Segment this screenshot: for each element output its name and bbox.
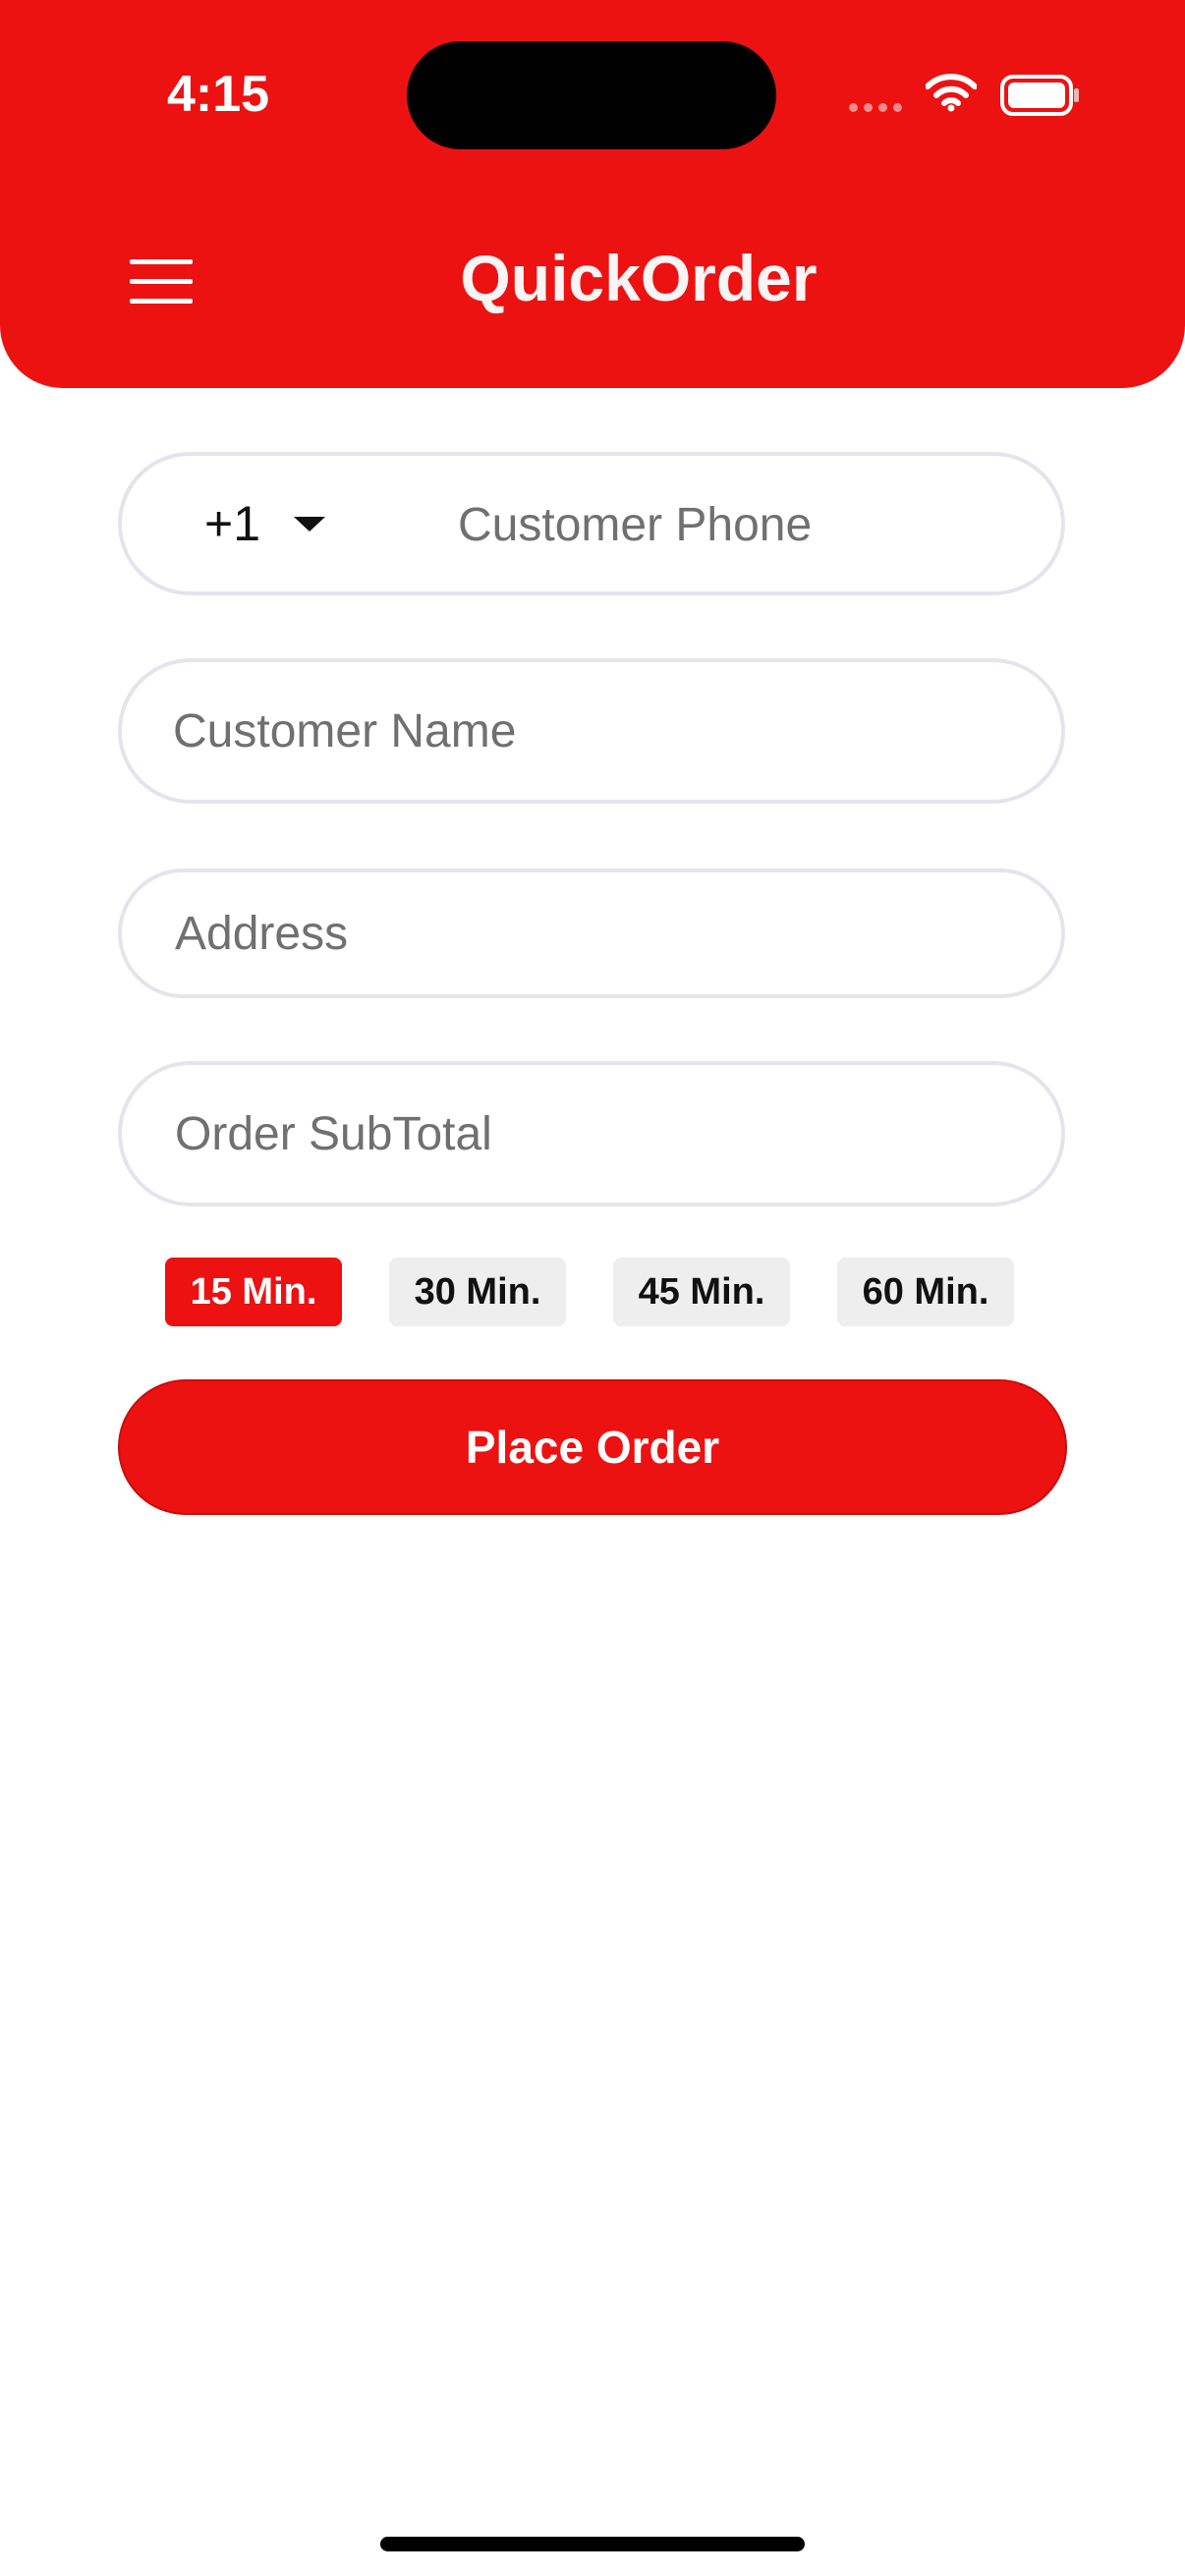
cellular-signal-icon bbox=[849, 103, 902, 112]
battery-icon bbox=[1000, 75, 1079, 116]
place-order-button[interactable]: Place Order bbox=[118, 1379, 1067, 1515]
customer-phone-input[interactable] bbox=[456, 456, 1185, 593]
app-header: 4:15 QuickOrder bbox=[0, 0, 1185, 388]
time-option-60[interactable]: 60 Min. bbox=[837, 1258, 1014, 1326]
customer-name-field bbox=[118, 658, 1065, 804]
customer-name-input[interactable] bbox=[171, 702, 1061, 759]
order-subtotal-input[interactable] bbox=[173, 1105, 1061, 1162]
app-title: QuickOrder bbox=[460, 242, 818, 314]
address-field bbox=[118, 868, 1065, 998]
order-subtotal-field bbox=[118, 1061, 1065, 1206]
address-input[interactable] bbox=[173, 905, 1061, 962]
time-option-30[interactable]: 30 Min. bbox=[389, 1258, 566, 1326]
customer-phone-field: +1 bbox=[118, 452, 1185, 595]
country-code-label: +1 bbox=[204, 496, 261, 551]
chevron-down-icon bbox=[294, 516, 326, 532]
home-indicator[interactable] bbox=[380, 2537, 805, 2551]
status-time: 4:15 bbox=[167, 66, 270, 123]
wifi-icon bbox=[926, 74, 977, 112]
country-code-dropdown[interactable]: +1 bbox=[204, 495, 326, 552]
time-option-45[interactable]: 45 Min. bbox=[613, 1258, 790, 1326]
dynamic-island bbox=[407, 41, 776, 149]
time-option-group: 15 Min. 30 Min. 45 Min. 60 Min. bbox=[165, 1258, 1014, 1326]
time-option-15[interactable]: 15 Min. bbox=[165, 1258, 342, 1326]
